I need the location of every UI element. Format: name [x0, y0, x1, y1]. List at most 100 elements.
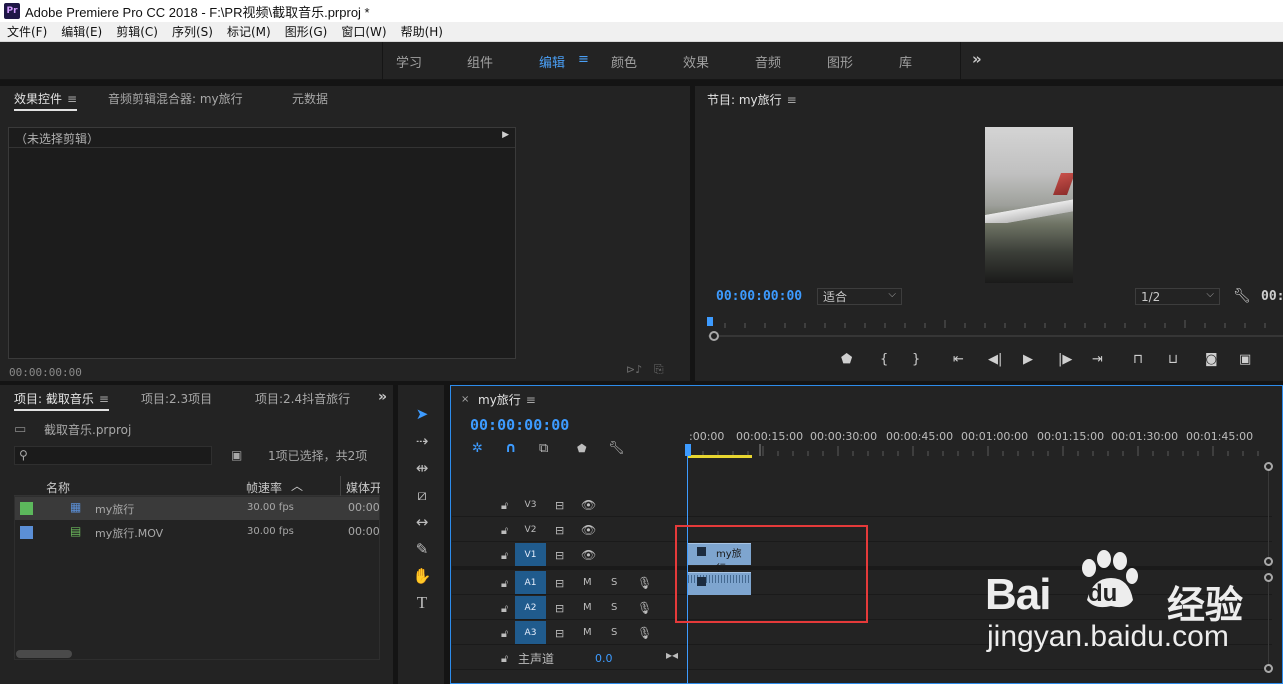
razor-tool-icon[interactable]: ⧄ — [411, 484, 433, 506]
track-label-a2[interactable]: A2 — [515, 596, 546, 619]
lock-icon[interactable]: 🔓︎ — [501, 524, 508, 538]
workspace-editing[interactable]: 编辑 — [539, 52, 565, 71]
menu-graphics[interactable]: 图形(G) — [278, 23, 335, 40]
program-monitor-title[interactable]: 节目: my旅行 ≡ — [707, 91, 797, 108]
workspace-assembly[interactable]: 组件 — [467, 52, 493, 71]
workspace-more-icon[interactable]: » — [972, 50, 982, 68]
column-frame-rate[interactable]: 帧速率 — [246, 479, 282, 496]
insert-nest-icon[interactable]: ✲ — [472, 441, 483, 456]
sync-lock-icon[interactable]: ⊟ — [555, 577, 564, 590]
ripple-edit-tool-icon[interactable]: ⇹ — [411, 457, 433, 479]
mute-button[interactable]: M — [583, 577, 592, 588]
sync-lock-icon[interactable]: ⊟ — [555, 549, 564, 562]
add-marker-icon[interactable]: ⬟ — [577, 442, 587, 455]
menu-file[interactable]: 文件(F) — [0, 23, 54, 40]
menu-clip[interactable]: 剪辑(C) — [109, 23, 165, 40]
step-forward-icon[interactable]: |▶ — [1058, 352, 1072, 367]
track-select-tool-icon[interactable]: ⇢ — [411, 430, 433, 452]
label-color-swatch[interactable] — [20, 502, 33, 515]
resolution-dropdown[interactable]: 1/2 ⌵ — [1135, 288, 1220, 305]
track-label-v2[interactable]: V2 — [515, 518, 546, 541]
mark-in-icon[interactable]: { — [880, 352, 888, 367]
tab-project-main[interactable]: 项目: 截取音乐 ≡ — [14, 390, 109, 411]
track-label-a1[interactable]: A1 — [515, 571, 546, 594]
export-frame-camera-icon[interactable]: ◙ — [1205, 352, 1218, 367]
microphone-icon[interactable]: 🎙︎ — [637, 601, 652, 615]
track-label-v1[interactable]: V1 — [515, 543, 546, 566]
eye-icon[interactable]: 👁︎ — [581, 523, 596, 537]
column-name[interactable]: 名称 — [46, 479, 70, 496]
type-tool-icon[interactable]: T — [411, 592, 433, 614]
workspace-menu-icon[interactable]: ≡ — [578, 52, 589, 67]
filter-clip-icon[interactable]: ⊳♪ — [626, 363, 642, 376]
timeline-settings-wrench-icon[interactable]: 🔧︎ — [608, 441, 625, 456]
program-timecode[interactable]: 00:00:00:00 — [716, 289, 802, 304]
track-lane-v3[interactable] — [452, 493, 1272, 517]
timeline-sequence-tab[interactable]: my旅行 ≡ — [478, 391, 536, 408]
sync-lock-icon[interactable]: ⊟ — [555, 524, 564, 537]
selection-tool-icon[interactable]: ➤ — [411, 403, 433, 425]
play-arrow-icon[interactable]: ▶ — [502, 130, 509, 140]
label-color-swatch[interactable] — [20, 526, 33, 539]
lift-icon[interactable]: ⊓ — [1133, 352, 1143, 367]
menu-markers[interactable]: 标记(M) — [220, 23, 278, 40]
project-item-sequence[interactable]: ▦ my旅行 30.00 fps 00:00 — [14, 497, 380, 520]
menu-help[interactable]: 帮助(H) — [394, 23, 450, 40]
track-label-v3[interactable]: V3 — [515, 493, 546, 516]
project-item-clip[interactable]: ▤ my旅行.MOV 30.00 fps 00:00 — [14, 521, 380, 544]
workspace-graphics[interactable]: 图形 — [827, 52, 853, 71]
track-label-a3[interactable]: A3 — [515, 621, 546, 644]
new-bin-from-search-icon[interactable]: ▣ — [231, 448, 242, 462]
mute-button[interactable]: M — [583, 627, 592, 638]
workspace-audio[interactable]: 音频 — [755, 52, 781, 71]
solo-button[interactable]: S — [611, 602, 617, 613]
lock-icon[interactable]: 🔓︎ — [501, 602, 508, 616]
solo-button[interactable]: S — [611, 577, 617, 588]
program-mini-ruler[interactable] — [705, 315, 1283, 345]
lock-icon[interactable]: 🔓︎ — [501, 499, 508, 513]
eye-icon[interactable]: 👁︎ — [581, 498, 596, 512]
video-zoom-scroll-knob[interactable] — [1264, 462, 1273, 471]
workspace-learn[interactable]: 学习 — [396, 52, 422, 71]
effect-controls-timecode[interactable]: 00:00:00:00 — [9, 366, 82, 379]
tab-metadata[interactable]: 元数据 — [292, 90, 328, 107]
slip-tool-icon[interactable]: ↔ — [411, 511, 433, 533]
timeline-timecode[interactable]: 00:00:00:00 — [470, 416, 569, 434]
microphone-icon[interactable]: 🎙︎ — [637, 576, 652, 590]
go-to-in-icon[interactable]: ⇤ — [953, 352, 964, 367]
sync-lock-icon[interactable]: ⊟ — [555, 499, 564, 512]
snap-magnet-icon[interactable]: ∩ — [505, 440, 516, 456]
linked-selection-icon[interactable]: ⧉ — [539, 441, 548, 456]
panel-more-icon[interactable]: » — [378, 389, 387, 405]
mute-button[interactable]: M — [583, 602, 592, 613]
eye-icon[interactable]: 👁︎ — [581, 548, 596, 562]
hand-tool-icon[interactable]: ✋ — [411, 565, 433, 587]
playhead-handle[interactable] — [685, 444, 691, 456]
column-media-start[interactable]: 媒体开 — [346, 479, 380, 496]
pen-tool-icon[interactable]: ✎ — [411, 538, 433, 560]
step-back-icon[interactable]: ◀| — [988, 352, 1002, 367]
lock-icon[interactable]: 🔓︎ — [501, 652, 508, 666]
menu-sequence[interactable]: 序列(S) — [165, 23, 220, 40]
workspace-color[interactable]: 颜色 — [611, 52, 637, 71]
sync-lock-icon[interactable]: ⊟ — [555, 627, 564, 640]
lock-icon[interactable]: 🔓︎ — [501, 577, 508, 591]
microphone-icon[interactable]: 🎙︎ — [637, 626, 652, 640]
solo-button[interactable]: S — [611, 627, 617, 638]
mark-out-icon[interactable]: } — [912, 352, 920, 367]
play-icon[interactable]: ▶ — [1023, 352, 1033, 367]
menu-window[interactable]: 窗口(W) — [334, 23, 393, 40]
tab-project-2-4[interactable]: 项目:2.4抖音旅行 — [255, 390, 350, 407]
project-search-input[interactable]: ⚲ — [14, 446, 212, 465]
workspace-effects[interactable]: 效果 — [683, 52, 709, 71]
lock-icon[interactable]: 🔓︎ — [501, 549, 508, 563]
lock-icon[interactable]: 🔓︎ — [501, 627, 508, 641]
go-to-out-point-icon[interactable]: ▸◂ — [666, 648, 678, 662]
workspace-libraries[interactable]: 库 — [899, 52, 912, 71]
tab-effect-controls[interactable]: 效果控件 ≡ — [14, 90, 78, 111]
zoom-fit-dropdown[interactable]: 适合 ⌵ — [817, 288, 902, 305]
add-marker-icon[interactable]: ⬟ — [841, 352, 852, 367]
button-editor-icon[interactable]: ▣ — [1239, 352, 1251, 367]
wrench-settings-icon[interactable]: 🔧︎ — [1233, 288, 1251, 304]
program-video-frame[interactable] — [985, 127, 1073, 283]
